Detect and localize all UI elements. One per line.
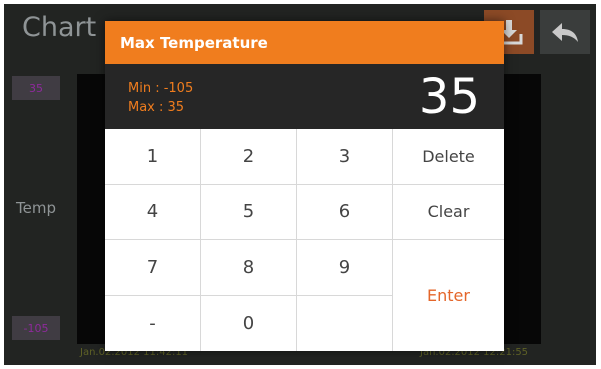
back-button[interactable]	[540, 10, 590, 54]
back-arrow-icon	[552, 23, 578, 42]
y-axis-max-label[interactable]: 35	[12, 76, 60, 100]
delete-button[interactable]: Delete	[393, 129, 504, 185]
key-8[interactable]: 8	[201, 240, 297, 296]
dialog-title: Max Temperature	[105, 21, 504, 64]
key-blank	[297, 295, 393, 351]
key-7[interactable]: 7	[105, 240, 201, 296]
key-minus[interactable]: -	[105, 295, 201, 351]
key-1[interactable]: 1	[105, 129, 201, 185]
page-title: Chart	[22, 12, 97, 43]
enter-button[interactable]: Enter	[393, 240, 504, 351]
key-9[interactable]: 9	[297, 240, 393, 296]
value-panel: Min : -105 Max : 35 35	[105, 64, 504, 129]
key-5[interactable]: 5	[201, 184, 297, 240]
max-temperature-dialog: Max Temperature Min : -105 Max : 35 35 1…	[105, 21, 504, 351]
key-4[interactable]: 4	[105, 184, 201, 240]
y-axis-label: Temp	[16, 199, 56, 217]
clear-button[interactable]: Clear	[393, 184, 504, 240]
value-display: 35	[418, 69, 480, 125]
numeric-keypad: 1 2 3 Delete 4 5 6 Clear 7 8 9 Enter - 0	[105, 129, 504, 351]
min-range-label: Min : -105	[128, 81, 194, 96]
max-range-label: Max : 35	[128, 100, 185, 115]
key-2[interactable]: 2	[201, 129, 297, 185]
key-0[interactable]: 0	[201, 295, 297, 351]
key-3[interactable]: 3	[297, 129, 393, 185]
key-6[interactable]: 6	[297, 184, 393, 240]
y-axis-min-label[interactable]: -105	[12, 316, 60, 340]
